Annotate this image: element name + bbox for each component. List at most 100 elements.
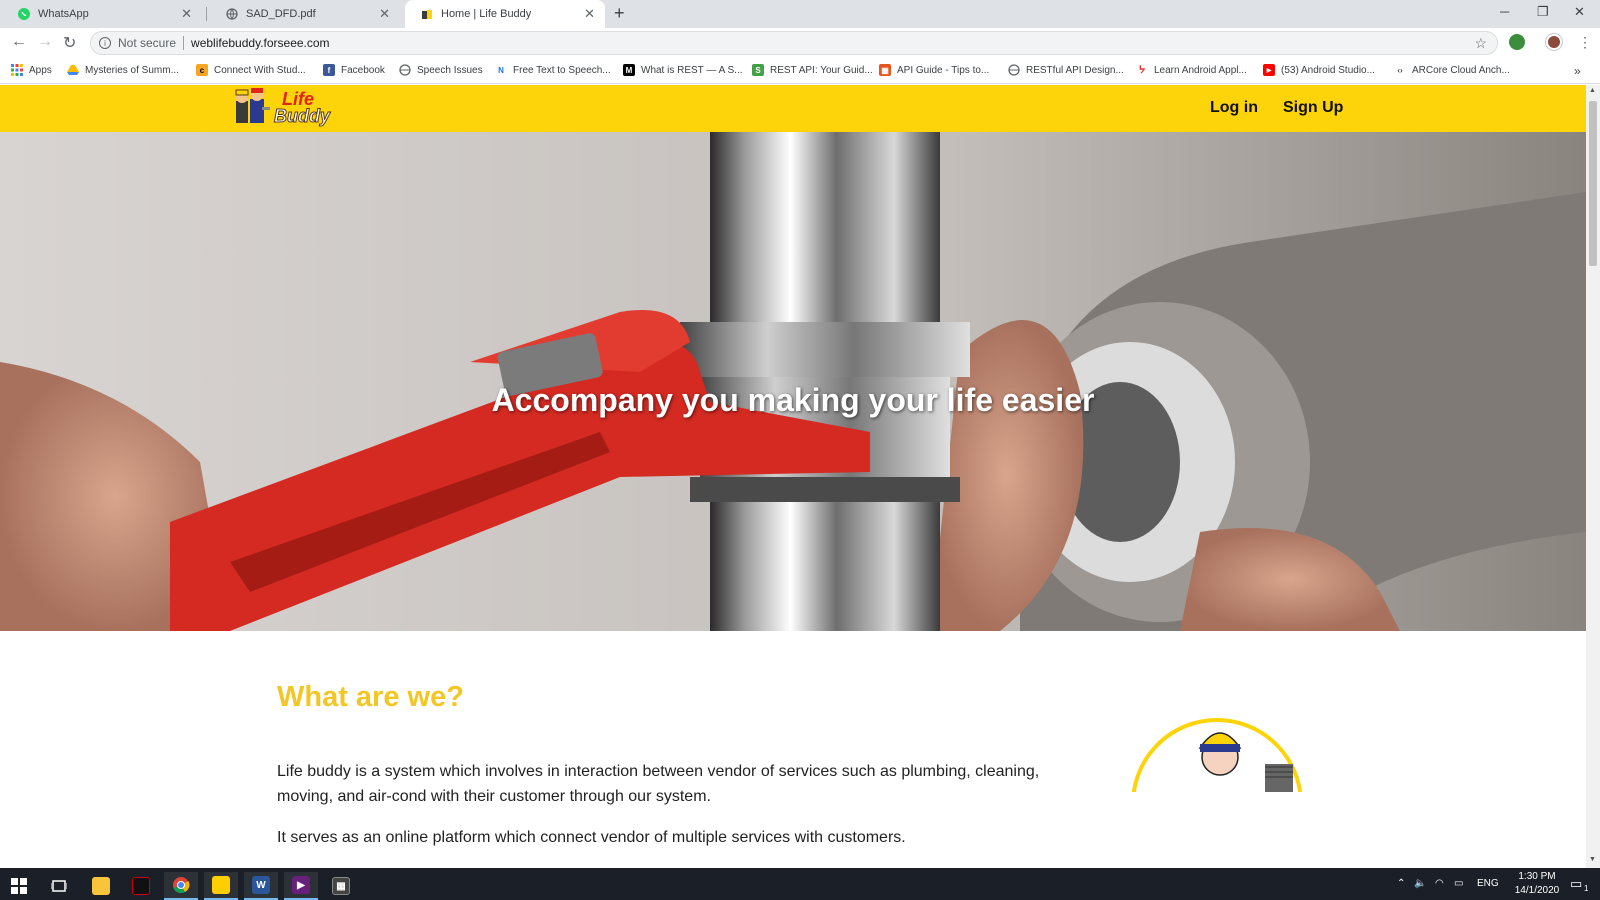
visual-studio-icon[interactable]: ▶ xyxy=(284,872,318,900)
bookmark-label: RESTful API Design... xyxy=(1026,64,1124,76)
globe-icon xyxy=(1008,64,1020,76)
word-icon[interactable]: W xyxy=(244,872,278,900)
code-icon: ‹› xyxy=(1397,65,1403,75)
language-indicator[interactable]: ENG xyxy=(1477,878,1499,889)
bookmark-item[interactable]: RESTful API Design... xyxy=(1008,64,1124,76)
restore-button[interactable]: ❐ xyxy=(1537,4,1549,20)
bookmark-label: ARCore Cloud Anch... xyxy=(1412,64,1510,76)
tab-sad-dfd[interactable]: SAD_DFD.pdf ✕ xyxy=(210,0,400,28)
scroll-down-icon[interactable]: ▼ xyxy=(1589,856,1596,863)
tab-title: WhatsApp xyxy=(38,8,89,20)
bookmark-label: Facebook xyxy=(341,64,385,76)
scroll-up-icon[interactable]: ▲ xyxy=(1589,87,1596,94)
bookmark-star-icon[interactable]: ☆ xyxy=(1474,35,1487,52)
avatar[interactable] xyxy=(1546,34,1562,50)
bookmark-label: Apps xyxy=(29,64,52,76)
calculator-icon[interactable]: ▦ xyxy=(324,872,358,900)
back-arrow-icon[interactable]: ← xyxy=(11,33,27,51)
windows-taskbar: W ▶ ▦ ⌃ 🔈 ◠ ▭ ENG 1:30 PM 14/1/2020 ▭ 1 xyxy=(0,868,1600,900)
tab-whatsapp[interactable]: WhatsApp ✕ xyxy=(2,0,202,28)
bookmark-label: REST API: Your Guid... xyxy=(770,64,873,76)
app-icon[interactable] xyxy=(124,872,158,900)
site-logo[interactable]: Life Buddy xyxy=(234,87,338,129)
notification-count: 1 xyxy=(1584,884,1589,893)
notification-icon[interactable]: ▭ xyxy=(1570,876,1582,892)
clock-time[interactable]: 1:30 PM xyxy=(1510,871,1564,882)
address-bar[interactable]: i Not secure weblifebuddy.forseee.com ☆ xyxy=(90,31,1498,55)
bookmark-label: Mysteries of Summ... xyxy=(85,64,179,76)
bookmark-item[interactable]: ▦ API Guide - Tips to... xyxy=(879,64,989,76)
volume-icon[interactable]: 🔈 xyxy=(1414,878,1426,889)
close-icon[interactable]: ✕ xyxy=(584,6,595,22)
page-viewport: Life Buddy Log in Sign Up Accompany you … xyxy=(0,85,1586,868)
bookmark-item[interactable]: c Connect With Stud... xyxy=(196,64,306,76)
start-icon[interactable] xyxy=(2,872,36,900)
about-paragraph: Life buddy is a system which involves in… xyxy=(277,763,1040,805)
bookmark-label: Speech Issues xyxy=(417,64,483,76)
bookmark-label: Free Text to Speech... xyxy=(513,64,611,76)
section-title: What are we? xyxy=(277,681,464,713)
bookmark-label: (53) Android Studio... xyxy=(1281,64,1375,76)
bookmark-item[interactable]: ᔭ Learn Android Appl... xyxy=(1136,64,1247,76)
task-view-icon[interactable] xyxy=(42,872,76,900)
page-scrollbar[interactable]: ▲ ▼ xyxy=(1586,85,1600,868)
site-navbar: Life Buddy Log in Sign Up xyxy=(0,85,1586,132)
bookmark-item[interactable]: ‹› ARCore Cloud Anch... xyxy=(1394,64,1510,76)
extension-icon[interactable] xyxy=(1509,34,1525,50)
bookmark-item[interactable]: Speech Issues xyxy=(399,64,483,76)
hero-title: Accompany you making your life easier xyxy=(491,382,1095,418)
tab-title: Home | Life Buddy xyxy=(441,8,532,20)
url-text[interactable]: weblifebuddy.forseee.com xyxy=(191,36,330,50)
scroll-thumb[interactable] xyxy=(1589,101,1597,266)
bookmark-apps[interactable]: Apps xyxy=(11,64,52,76)
clock-date[interactable]: 14/1/2020 xyxy=(1510,885,1564,896)
chrome-icon[interactable] xyxy=(164,872,198,900)
facebook-icon: f xyxy=(323,64,335,76)
bookmark-label: Learn Android Appl... xyxy=(1154,64,1247,76)
tab-life-buddy[interactable]: Home | Life Buddy ✕ xyxy=(405,0,605,28)
login-link[interactable]: Log in xyxy=(1210,99,1258,117)
close-icon[interactable]: ✕ xyxy=(181,6,192,22)
signup-link[interactable]: Sign Up xyxy=(1283,99,1343,117)
lifebuddy-favicon xyxy=(421,8,433,20)
drive-icon xyxy=(67,64,79,76)
forward-arrow-icon[interactable]: → xyxy=(37,33,53,51)
bookmark-label: What is REST — A S... xyxy=(641,64,743,76)
minimize-button[interactable]: ─ xyxy=(1500,4,1509,19)
browser-toolbar: ← → ↻ i Not secure weblifebuddy.forseee.… xyxy=(0,28,1600,58)
wifi-icon[interactable]: ◠ xyxy=(1435,878,1444,889)
rest-icon: S xyxy=(752,64,764,76)
android-icon: ᔭ xyxy=(1138,64,1146,76)
tab-title: SAD_DFD.pdf xyxy=(246,8,316,20)
naturalreader-icon: N xyxy=(498,65,504,75)
chegg-icon: c xyxy=(196,64,208,76)
bookmark-item[interactable]: f Facebook xyxy=(323,64,385,76)
reload-icon[interactable]: ↻ xyxy=(63,33,76,53)
close-window-button[interactable]: ✕ xyxy=(1574,4,1585,20)
whatsapp-icon xyxy=(18,8,30,20)
bookmark-item[interactable]: ▶ (53) Android Studio... xyxy=(1263,64,1375,76)
divider xyxy=(183,36,185,50)
chevron-up-icon[interactable]: ⌃ xyxy=(1397,878,1405,889)
medium-icon: M xyxy=(623,64,635,76)
new-tab-button[interactable]: + xyxy=(614,3,625,24)
apps-grid-icon xyxy=(11,64,23,76)
bookmarks-bar: Apps Mysteries of Summ... c Connect With… xyxy=(0,58,1600,84)
info-icon[interactable]: i xyxy=(99,37,111,49)
bookmark-item[interactable]: M What is REST — A S... xyxy=(623,64,743,76)
bookmark-label: API Guide - Tips to... xyxy=(897,64,990,76)
battery-icon[interactable]: ▭ xyxy=(1454,878,1463,889)
sticky-notes-icon[interactable] xyxy=(204,872,238,900)
bookmarks-overflow-icon[interactable]: » xyxy=(1574,64,1581,78)
close-icon[interactable]: ✕ xyxy=(379,6,390,22)
hero-banner: Accompany you making your life easier xyxy=(0,132,1586,631)
bookmark-item[interactable]: Mysteries of Summ... xyxy=(67,64,179,76)
security-label[interactable]: Not secure xyxy=(118,36,176,50)
menu-icon[interactable]: ⋮ xyxy=(1578,34,1592,51)
bookmark-item[interactable]: S REST API: Your Guid... xyxy=(752,64,873,76)
bookmark-item[interactable]: N Free Text to Speech... xyxy=(495,64,611,76)
youtube-icon: ▶ xyxy=(1263,64,1275,76)
globe-icon xyxy=(399,64,411,76)
bookmark-label: Connect With Stud... xyxy=(214,64,306,76)
file-explorer-icon[interactable] xyxy=(84,872,118,900)
